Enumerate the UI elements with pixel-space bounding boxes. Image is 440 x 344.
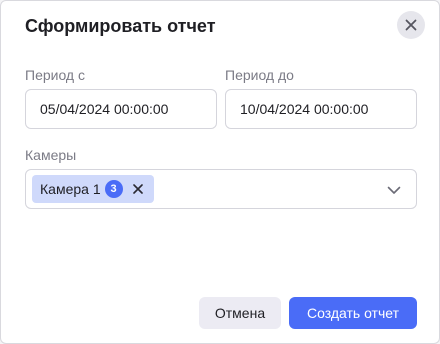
period-to-input[interactable]: 10/04/2024 00:00:00 (225, 89, 417, 129)
close-icon (132, 184, 143, 194)
close-icon (405, 19, 417, 31)
close-button[interactable] (397, 11, 425, 39)
period-to-value: 10/04/2024 00:00:00 (240, 101, 369, 117)
camera-chip: Камера 1 3 (32, 175, 154, 203)
cameras-select[interactable]: Камера 1 3 (25, 169, 417, 209)
period-to-label: Период до (225, 67, 294, 83)
cameras-label: Камеры (25, 147, 77, 163)
chip-label: Камера 1 (40, 181, 101, 197)
cancel-button[interactable]: Отмена (199, 297, 281, 329)
chevron-down-icon[interactable] (386, 182, 402, 198)
chip-remove-button[interactable] (132, 183, 144, 195)
report-dialog: Сформировать отчет Период с 05/04/2024 0… (0, 0, 440, 344)
create-report-button[interactable]: Создать отчет (289, 297, 417, 329)
period-from-input[interactable]: 05/04/2024 00:00:00 (25, 89, 217, 129)
chip-count-badge: 3 (104, 180, 123, 198)
dialog-title: Сформировать отчет (25, 16, 216, 36)
period-from-label: Период с (25, 67, 85, 83)
period-from-value: 05/04/2024 00:00:00 (40, 101, 169, 117)
